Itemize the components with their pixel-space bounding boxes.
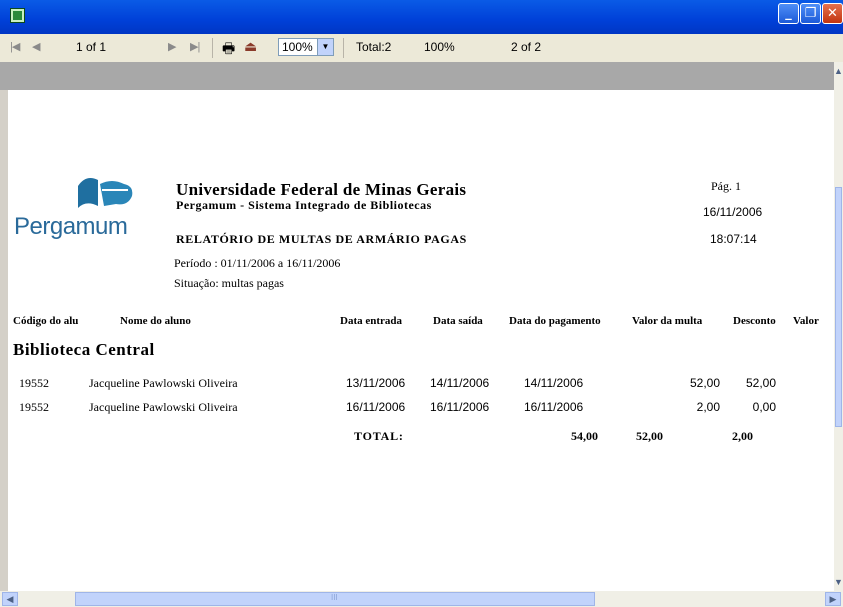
export-icon[interactable]: ⏏ — [244, 38, 257, 55]
app-icon — [10, 8, 25, 23]
column-header-fine: Valor da multa — [632, 315, 703, 327]
report-title: RELATÓRIO DE MULTAS DE ARMÁRIO PAGAS — [176, 232, 467, 246]
scroll-left-icon[interactable]: ◀ — [2, 592, 18, 606]
scroll-up-icon[interactable]: ▲ — [834, 66, 843, 78]
zoom-select[interactable]: 100% ▼ — [278, 38, 334, 56]
cell-exit: 14/11/2006 — [430, 376, 490, 390]
logo-text: Pergamum — [14, 213, 128, 240]
report-situation: Situação: multas pagas — [174, 276, 284, 290]
print-icon[interactable]: 🖶 — [222, 38, 235, 62]
report-time: 18:07:14 — [710, 232, 757, 246]
toolbar-separator — [212, 38, 213, 58]
report-toolbar: |◀ ◀ 1 of 1 ▶ ▶| 🖶 ⏏ 100% ▼ Total:2 100%… — [0, 34, 843, 63]
total-discount: 52,00 — [636, 429, 663, 443]
page-indicator: 1 of 1 — [76, 40, 107, 54]
column-header-discount: Desconto — [733, 315, 776, 327]
cell-fine: 52,00 — [689, 376, 720, 390]
scroll-down-icon[interactable]: ▼ — [834, 577, 843, 589]
chevron-down-icon[interactable]: ▼ — [317, 39, 333, 55]
title-bar: _ ❐ ✕ — [0, 0, 843, 34]
horizontal-scrollbar[interactable]: ◀ III ▶ — [0, 591, 843, 607]
page-gutter — [0, 62, 834, 90]
report-period: Período : 01/11/2006 a 16/11/2006 — [174, 256, 341, 270]
institution-name: Universidade Federal de Minas Gerais — [176, 180, 467, 199]
last-page-icon[interactable]: ▶| — [190, 40, 200, 53]
horizontal-scroll-thumb[interactable]: III — [75, 592, 595, 606]
column-header-payment: Data do pagamento — [509, 315, 601, 327]
column-header-code: Código do alu — [13, 315, 79, 327]
scroll-grip: III — [331, 593, 338, 602]
cell-entry: 16/11/2006 — [346, 400, 406, 414]
cell-payment: 14/11/2006 — [524, 376, 584, 390]
toolbar-separator — [343, 38, 344, 58]
page-number: Pág. 1 — [711, 179, 741, 193]
next-page-icon[interactable]: ▶ — [168, 40, 177, 53]
records-count: 2 of 2 — [511, 40, 542, 54]
cell-discount: 52,00 — [745, 376, 776, 390]
cell-entry: 13/11/2006 — [346, 376, 406, 390]
column-header-entry: Data entrada — [340, 315, 403, 327]
scroll-right-icon[interactable]: ▶ — [825, 592, 841, 606]
cell-name: Jacqueline Pawlowski Oliveira — [89, 400, 238, 414]
pergamum-logo-icon — [78, 178, 133, 208]
cell-fine: 2,00 — [696, 400, 720, 414]
percent-complete: 100% — [424, 40, 455, 54]
minimize-button[interactable]: _ — [778, 3, 799, 24]
close-button[interactable]: ✕ — [822, 3, 843, 24]
vertical-scroll-thumb[interactable] — [835, 187, 842, 427]
cell-code: 19552 — [19, 400, 49, 414]
zoom-value: 100% — [282, 40, 313, 54]
cell-code: 19552 — [19, 376, 49, 390]
total-value: 2,00 — [732, 429, 753, 443]
report-date: 16/11/2006 — [703, 205, 763, 219]
column-header-name: Nome do aluno — [120, 315, 191, 327]
column-header-exit: Data saída — [433, 315, 483, 327]
restore-button[interactable]: ❐ — [800, 3, 821, 24]
cell-discount: 0,00 — [752, 400, 776, 414]
total-records: Total:2 — [356, 40, 392, 54]
cell-exit: 16/11/2006 — [430, 400, 490, 414]
system-name: Pergamum - Sistema Integrado de Bibliote… — [176, 198, 432, 212]
first-page-icon[interactable]: |◀ — [10, 40, 20, 53]
total-fine: 54,00 — [571, 429, 598, 443]
vertical-scrollbar[interactable]: ▲ ▼ — [834, 62, 843, 591]
report-page: Pergamum Universidade Federal de Minas G… — [8, 90, 834, 591]
total-label: TOTAL: — [354, 429, 404, 443]
cell-payment: 16/11/2006 — [524, 400, 584, 414]
previous-page-icon[interactable]: ◀ — [32, 40, 41, 53]
cell-name: Jacqueline Pawlowski Oliveira — [89, 376, 238, 390]
library-name: Biblioteca Central — [13, 340, 155, 359]
column-header-value: Valor — [793, 315, 819, 327]
